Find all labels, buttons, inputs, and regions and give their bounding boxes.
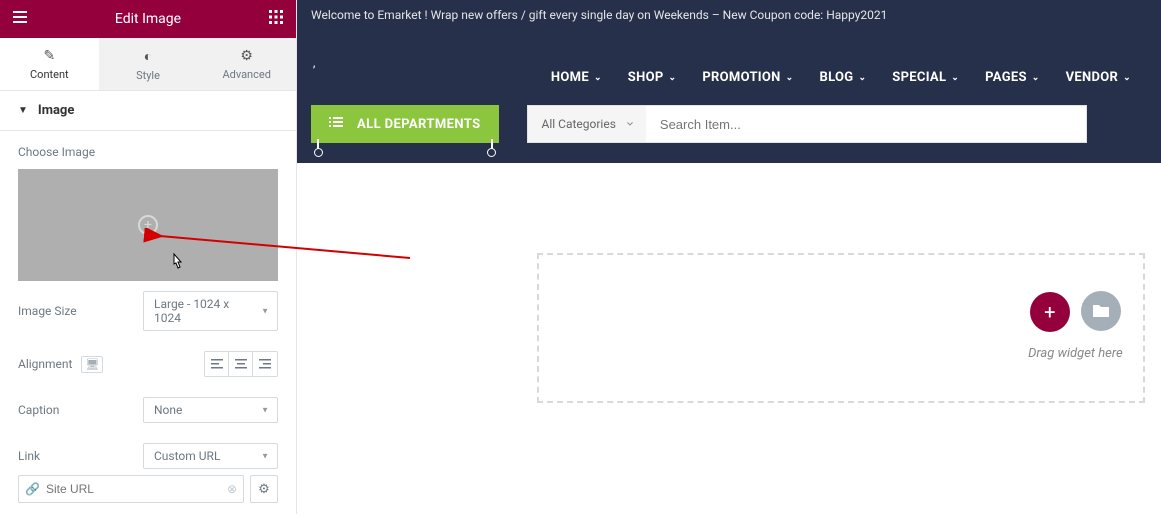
image-size-select[interactable]: Large - 1024 x 1024 <box>143 291 278 331</box>
nav-shop[interactable]: SHOP⌄ <box>628 70 677 85</box>
alignment-row: Alignment 🖥 <box>18 341 278 387</box>
drag-widget-text: Drag widget here <box>1026 346 1125 361</box>
chevron-down-icon: ⌄ <box>951 73 959 83</box>
pencil-icon: ✎ <box>0 48 99 64</box>
tab-content-label: Content <box>30 68 69 81</box>
add-widget-button[interactable]: + <box>1030 292 1070 332</box>
tab-advanced[interactable]: ⚙ Advanced <box>197 38 296 90</box>
link-row: Link Custom URL <box>18 433 278 479</box>
chevron-down-icon: ⌄ <box>594 73 602 83</box>
url-input-wrap: 🔗 ⊗ <box>18 475 244 503</box>
chevron-down-icon: ⌄ <box>1123 73 1131 83</box>
section-title: Image <box>38 103 74 118</box>
url-row: 🔗 ⊗ ⚙ <box>18 475 278 503</box>
announcement-bar: Welcome to Emarket ! Wrap new offers / g… <box>297 0 1161 30</box>
align-center-button[interactable] <box>229 352 253 376</box>
gear-icon: ⚙ <box>197 48 296 64</box>
chevron-down-icon: ⌄ <box>1032 73 1040 83</box>
search-input[interactable] <box>646 105 1087 143</box>
nav-home[interactable]: HOME⌄ <box>551 70 602 85</box>
caption-select[interactable]: None <box>143 397 278 423</box>
alignment-label: Alignment 🖥 <box>18 357 103 371</box>
chevron-down-icon: ⌄ <box>669 73 677 83</box>
plus-icon: + <box>138 215 158 235</box>
hamburger-icon[interactable] <box>12 9 28 29</box>
link-label: Link <box>18 449 40 463</box>
departments-label: ALL DEPARTMENTS <box>357 117 481 132</box>
canvas-area: + Drag widget here <box>297 163 1161 502</box>
alignment-buttons <box>204 351 278 377</box>
list-icon <box>329 116 343 132</box>
chevron-down-icon: ⌄ <box>858 73 866 83</box>
apps-grid-icon[interactable] <box>268 9 284 29</box>
nav-promotion[interactable]: PROMOTION⌄ <box>702 70 793 85</box>
preview-canvas: Welcome to Emarket ! Wrap new offers / g… <box>297 0 1161 514</box>
panel-title: Edit Image <box>115 11 181 27</box>
nav-blog[interactable]: BLOG⌄ <box>820 70 867 85</box>
image-size-row: Image Size Large - 1024 x 1024 <box>18 281 278 341</box>
tab-style[interactable]: ◐ Style <box>99 38 198 90</box>
template-library-button[interactable] <box>1081 291 1121 331</box>
all-departments-button[interactable]: ALL DEPARTMENTS <box>311 105 499 143</box>
tab-style-label: Style <box>136 69 160 82</box>
caption-row: Caption None <box>18 387 278 433</box>
url-settings-button[interactable]: ⚙ <box>250 475 278 503</box>
panel-tabs: ✎ Content ◐ Style ⚙ Advanced <box>0 38 296 91</box>
category-select[interactable]: All Categories <box>527 105 646 143</box>
widget-controls: + Drag widget here <box>1026 291 1125 361</box>
search-bar: All Categories <box>527 105 1087 143</box>
align-right-button[interactable] <box>253 352 277 376</box>
tab-advanced-label: Advanced <box>222 68 270 81</box>
section-image-body: Choose Image + Image Size Large - 1024 x… <box>0 131 296 517</box>
editor-panel: Edit Image ✎ Content ◐ Style ⚙ Advanced … <box>0 0 297 514</box>
choose-image-label: Choose Image <box>18 145 278 159</box>
caption-label: Caption <box>18 403 59 417</box>
panel-header: Edit Image <box>0 0 296 38</box>
url-input[interactable] <box>44 476 227 502</box>
nav-row: HOME⌄ SHOP⌄ PROMOTION⌄ BLOG⌄ SPECIAL⌄ PA… <box>311 70 1147 85</box>
tab-content[interactable]: ✎ Content <box>0 38 99 90</box>
stray-comma: , <box>311 52 1147 70</box>
nav-pages[interactable]: PAGES⌄ <box>985 70 1039 85</box>
caret-down-icon: ▼ <box>18 105 28 116</box>
responsive-icon[interactable]: 🖥 <box>81 356 103 373</box>
link-icon: 🔗 <box>25 482 40 496</box>
nav-special[interactable]: SPECIAL⌄ <box>892 70 959 85</box>
search-row: ALL DEPARTMENTS All Categories <box>297 103 1161 163</box>
resize-handle-right[interactable] <box>487 139 497 153</box>
section-image-header[interactable]: ▼ Image <box>0 91 296 131</box>
choose-image-well[interactable]: + <box>18 169 278 281</box>
chevron-down-icon: ⌄ <box>786 73 794 83</box>
clear-icon[interactable]: ⊗ <box>227 482 237 496</box>
align-left-button[interactable] <box>205 352 229 376</box>
contrast-icon: ◐ <box>99 48 198 65</box>
link-select[interactable]: Custom URL <box>143 443 278 469</box>
resize-handle-left[interactable] <box>313 139 323 153</box>
image-size-label: Image Size <box>18 304 77 318</box>
nav-vendor[interactable]: VENDOR⌄ <box>1066 70 1131 85</box>
main-nav: , HOME⌄ SHOP⌄ PROMOTION⌄ BLOG⌄ SPECIAL⌄ … <box>297 30 1161 103</box>
